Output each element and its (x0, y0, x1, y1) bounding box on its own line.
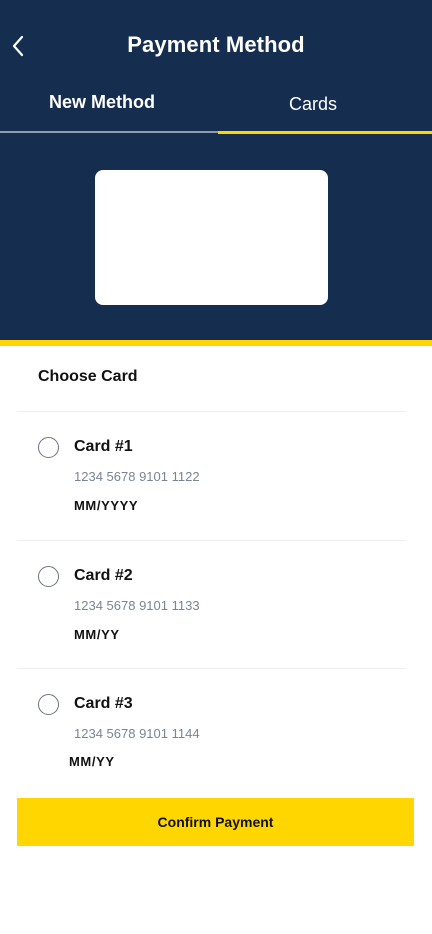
tab-new-method-label: New Method (49, 92, 155, 112)
tab-underline-active (218, 131, 432, 134)
card-1-radio[interactable] (38, 437, 59, 458)
card-1-number: 1234 5678 9101 1122 (74, 469, 200, 484)
confirm-payment-button[interactable]: Confirm Payment (17, 798, 414, 846)
card-option-1[interactable]: Card #1 1234 5678 9101 1122 MM/YYYY (0, 427, 432, 527)
divider (17, 540, 406, 541)
accent-band (0, 340, 432, 346)
card-2-name: Card #2 (74, 567, 133, 584)
divider (17, 411, 406, 412)
tab-cards[interactable]: Cards (216, 86, 432, 132)
card-3-radio[interactable] (38, 694, 59, 715)
divider (17, 668, 406, 669)
page-title: Payment Method (127, 32, 305, 57)
card-2-number: 1234 5678 9101 1133 (74, 598, 200, 613)
card-3-expiry: MM/YY (69, 754, 115, 769)
card-3-name: Card #3 (74, 695, 133, 712)
header: Payment Method New Method Cards (0, 0, 432, 340)
card-2-expiry: MM/YY (74, 627, 120, 642)
tab-underline-inactive (0, 131, 218, 133)
choose-card-title: Choose Card (38, 368, 138, 385)
card-2-radio[interactable] (38, 566, 59, 587)
tab-cards-label: Cards (288, 94, 337, 114)
card-1-name: Card #1 (74, 438, 133, 455)
tab-new-method[interactable]: New Method (0, 86, 216, 132)
card-option-2[interactable]: Card #2 1234 5678 9101 1133 MM/YY (0, 556, 432, 656)
card-option-3[interactable]: Card #3 1234 5678 9101 1144 MM/YY (0, 684, 432, 784)
card-1-expiry: MM/YYYY (74, 498, 139, 513)
card-preview (95, 170, 328, 305)
card-3-number: 1234 5678 9101 1144 (74, 726, 200, 741)
